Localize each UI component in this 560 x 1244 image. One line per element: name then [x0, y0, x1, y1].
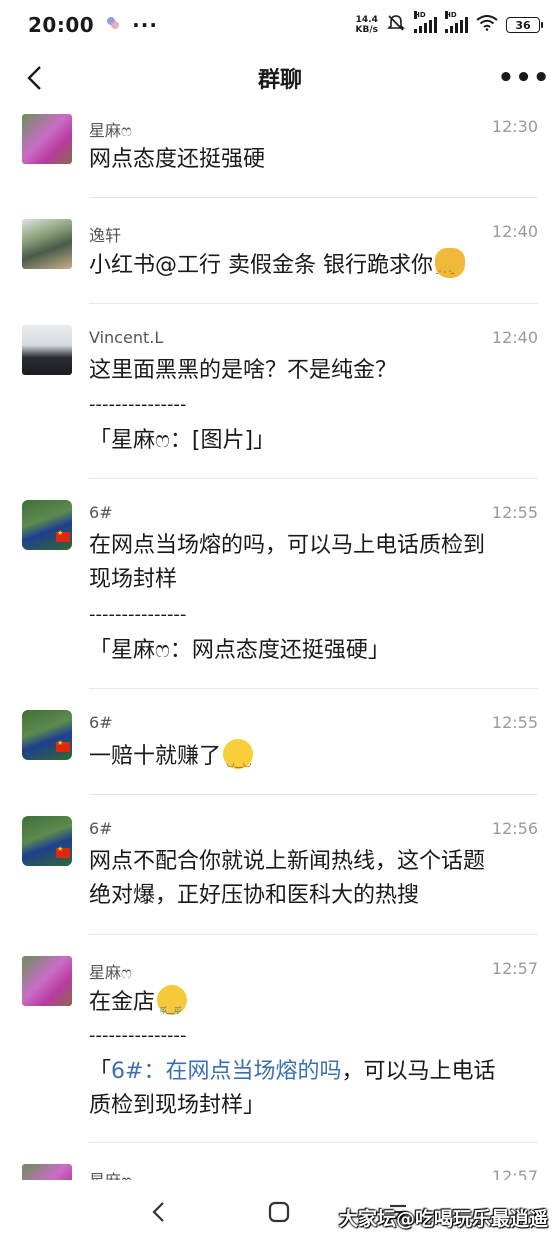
message-time: 12:55 [491, 503, 538, 522]
divider [89, 934, 538, 935]
signal-icon-2: HD [445, 11, 468, 33]
net-speed: 14.4 KB/s [355, 15, 378, 35]
sender-name[interactable]: 星麻ෆ [89, 1167, 132, 1180]
message-time: 12:30 [491, 117, 538, 136]
system-home-button[interactable] [261, 1194, 297, 1230]
nav-bar: 群聊 ••• [0, 50, 560, 106]
avatar[interactable] [22, 956, 72, 1006]
smile-emoji-icon [223, 739, 254, 781]
chevron-left-icon [27, 66, 41, 90]
sender-name[interactable]: 逸轩 [89, 222, 121, 246]
message-text-content: 一赔十就赚了 [89, 744, 222, 769]
message-text-content: 在金店 [89, 990, 156, 1015]
system-back-button[interactable] [140, 1194, 176, 1230]
message-text-line: 绝对爆，正好压协和医科大的热搜 [89, 883, 420, 908]
quoted-message[interactable]: 「6#：在网点当场熔的吗，可以马上电话 质检到现场封样」 [89, 1055, 495, 1123]
status-bar: 20:00 ··· 14.4 KB/s HD HD 36 [0, 0, 560, 50]
message-text[interactable]: 网点不配合你就说上新闻热线，这个话题 绝对爆，正好压协和医科大的热搜 [89, 845, 485, 913]
quote-open: 「 [89, 1059, 112, 1084]
avatar[interactable] [22, 325, 72, 375]
sender-name[interactable]: 6# [89, 713, 113, 732]
watermark: 大家坛@吃喝玩乐最逍遥 [338, 1208, 548, 1230]
message-text-line: 在网点当场熔的吗，可以马上电话质检到 [89, 533, 486, 558]
back-button[interactable] [14, 58, 54, 98]
page-title: 群聊 [257, 68, 302, 93]
home-square-icon [268, 1201, 290, 1223]
china-flag-icon [56, 845, 70, 858]
message-text[interactable]: 小红书@工行 卖假金条 银行跪求你 [89, 248, 465, 290]
message-text[interactable]: 这里面黑黑的是啥？不是纯金？ [89, 354, 397, 388]
sender-name[interactable]: Vincent.L [89, 328, 163, 347]
message-time: 12:40 [491, 222, 538, 241]
quoted-message[interactable]: 「星麻ෆ：[图片]」 [89, 424, 275, 458]
avatar[interactable] [22, 114, 72, 164]
crying-emoji-icon [157, 985, 188, 1027]
more-options-button[interactable]: ••• [498, 58, 550, 98]
message-time: 12:57 [491, 1167, 538, 1180]
chat-list[interactable]: 星麻ෆ 12:30 网点态度还挺强硬 逸轩 12:40 小红书@工行 卖假金条 … [0, 110, 560, 1180]
status-time: 20:00 [28, 13, 95, 37]
message-time: 12:56 [491, 819, 538, 838]
message-text-content: 小红书@工行 卖假金条 银行跪求你 [89, 253, 433, 278]
divider [89, 1142, 538, 1143]
divider [89, 794, 538, 795]
avatar[interactable] [22, 500, 72, 550]
message-text-line: 现场封样 [89, 567, 178, 592]
message-text[interactable]: 一赔十就赚了 [89, 739, 254, 781]
avatar[interactable] [22, 219, 72, 269]
quote-text-line: 质检到现场封样」 [89, 1093, 266, 1118]
quoted-message[interactable]: 「星麻ෆ：网点态度还挺强硬」 [89, 634, 390, 668]
mute-icon [386, 14, 406, 36]
status-more-icon: ··· [132, 13, 158, 37]
app-notification-icon [106, 16, 120, 34]
sender-name[interactable]: 星麻ෆ [89, 959, 132, 983]
divider [89, 197, 538, 198]
quote-separator: --------------- [89, 604, 187, 625]
message-text[interactable]: 在网点当场熔的吗，可以马上电话质检到 现场封样 [89, 529, 485, 597]
avatar[interactable] [22, 816, 72, 866]
message-time: 12:55 [491, 713, 538, 732]
battery-indicator: 36 [506, 17, 543, 33]
divider [89, 478, 538, 479]
wifi-icon [476, 15, 498, 35]
message-text[interactable]: 在金店 [89, 985, 188, 1027]
avatar[interactable] [22, 710, 72, 760]
divider [89, 688, 538, 689]
sender-name[interactable]: 6# [89, 503, 113, 522]
avatar[interactable] [22, 1164, 72, 1180]
cat-emoji-icon [435, 248, 465, 290]
message-time: 12:40 [491, 328, 538, 347]
china-flag-icon [56, 739, 70, 752]
message-text[interactable]: 网点态度还挺强硬 [89, 143, 265, 177]
china-flag-icon [56, 529, 70, 542]
sender-name[interactable]: 6# [89, 819, 113, 838]
chevron-left-icon [152, 1202, 164, 1222]
message-time: 12:57 [491, 959, 538, 978]
quote-separator: --------------- [89, 1025, 187, 1046]
signal-icon-1: HD [414, 11, 437, 33]
sender-name[interactable]: 星麻ෆ [89, 117, 132, 141]
quote-text: ，可以马上电话 [341, 1059, 496, 1084]
quoted-sender-link[interactable]: 6#：在网点当场熔的吗 [111, 1059, 341, 1084]
message-text-line: 网点不配合你就说上新闻热线，这个话题 [89, 849, 486, 874]
divider [89, 303, 538, 304]
quote-separator: --------------- [89, 394, 187, 415]
